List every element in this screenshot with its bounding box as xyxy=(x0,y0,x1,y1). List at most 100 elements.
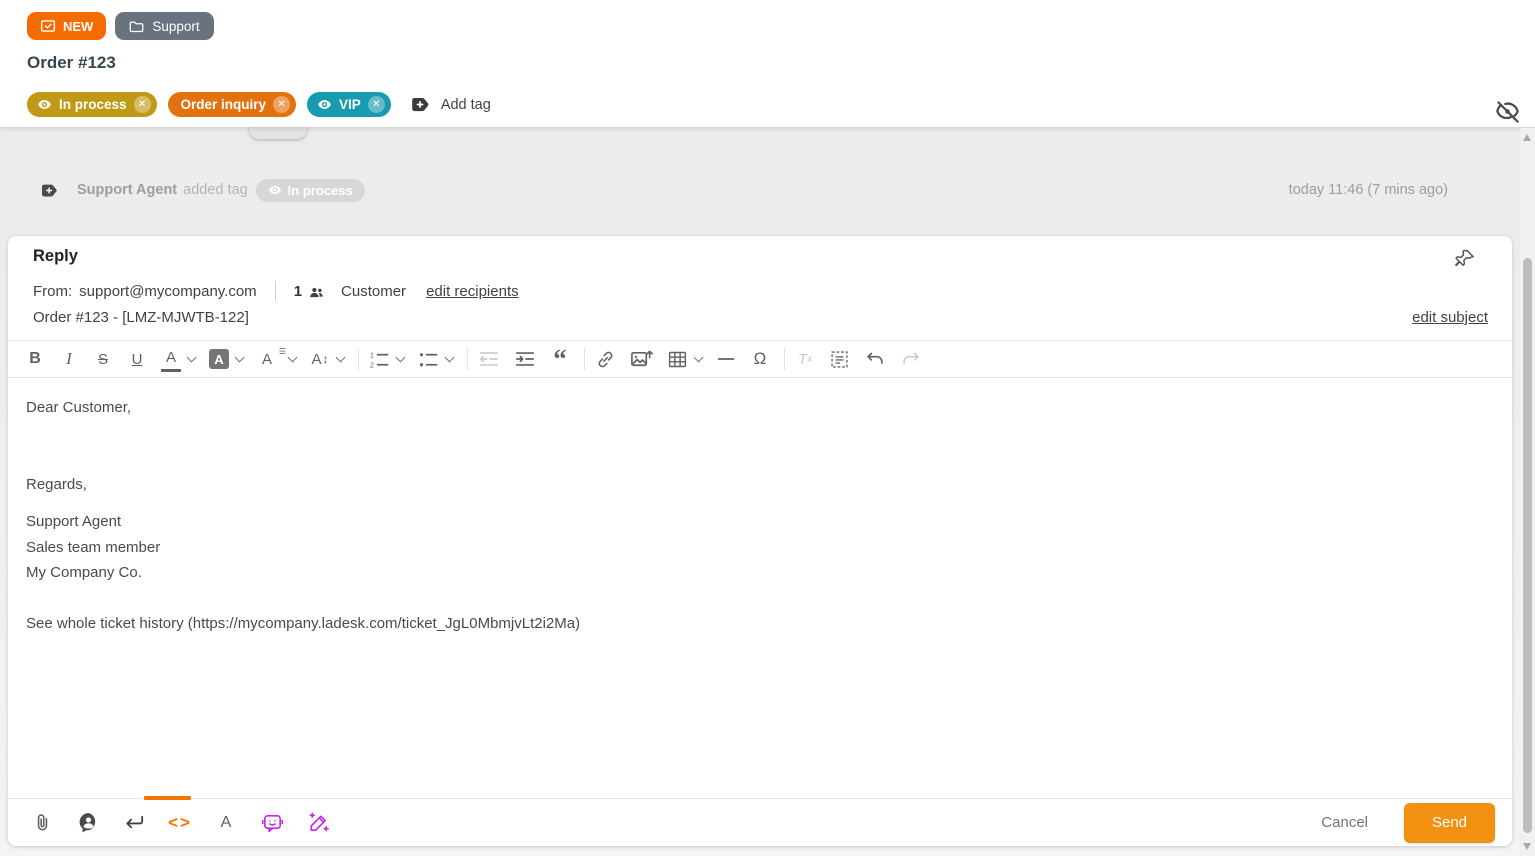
recipients-icon xyxy=(308,284,325,301)
insert-reply-button[interactable] xyxy=(122,811,146,835)
reply-footer-toolbar: <> A xyxy=(8,798,1512,846)
subject-text: Order #123 - [LMZ-MJWTB-122] xyxy=(33,309,249,326)
strikethrough-button[interactable]: S xyxy=(93,346,113,372)
reply-header: Reply From: support@mycompany.com 1 xyxy=(8,236,1512,340)
status-new-label: NEW xyxy=(63,19,93,34)
image-upload-icon xyxy=(630,348,653,371)
body-line xyxy=(26,446,1487,472)
chevron-down-icon xyxy=(288,352,298,362)
redo-button[interactable] xyxy=(900,346,922,372)
body-line xyxy=(26,586,1487,612)
undo-icon xyxy=(864,348,886,370)
numbered-list-icon: 1 2 xyxy=(369,349,390,370)
select-all-button[interactable] xyxy=(829,346,850,372)
numbered-list-button[interactable]: 1 2 xyxy=(369,349,404,370)
font-color-button[interactable]: A xyxy=(161,346,195,372)
underline-button[interactable]: U xyxy=(127,346,147,372)
edit-subject-link[interactable]: edit subject xyxy=(1412,309,1488,326)
blockquote-button[interactable]: “ xyxy=(550,346,570,372)
code-view-button[interactable]: <> xyxy=(168,811,192,835)
divider xyxy=(275,281,276,301)
tag-add-icon xyxy=(410,94,431,115)
canned-messages-button[interactable] xyxy=(76,811,100,835)
body-line: My Company Co. xyxy=(26,560,1487,586)
ticket-title: Order #123 xyxy=(27,53,116,73)
select-all-icon xyxy=(829,349,850,370)
tag-in-process[interactable]: In process ✕ xyxy=(27,92,157,117)
reply-title: Reply xyxy=(33,247,78,266)
remove-tag-icon[interactable]: ✕ xyxy=(134,96,151,113)
remove-tag-icon[interactable]: ✕ xyxy=(273,96,290,113)
background-color-glyph: A xyxy=(209,349,229,369)
tag-order-inquiry[interactable]: Order inquiry ✕ xyxy=(168,92,297,117)
eye-icon xyxy=(268,183,282,197)
horizontal-rule-button[interactable] xyxy=(716,346,736,372)
clear-formatting-button[interactable]: Tx xyxy=(795,346,815,372)
recipient-type: Customer xyxy=(341,283,406,300)
horizontal-rule-icon xyxy=(716,349,736,369)
send-button[interactable]: Send xyxy=(1404,803,1495,843)
chevron-down-icon xyxy=(235,352,245,362)
cancel-button[interactable]: Cancel xyxy=(1321,814,1368,831)
from-label: From: xyxy=(33,283,72,300)
scroll-down-arrow[interactable] xyxy=(1523,843,1531,850)
svg-text:1: 1 xyxy=(370,350,374,359)
chevron-down-icon xyxy=(396,352,406,362)
undo-button[interactable] xyxy=(864,346,886,372)
ticket-timeline: Support Agent added tag In process today… xyxy=(0,127,1535,856)
add-tag-label: Add tag xyxy=(441,97,491,113)
scrollbar-thumb[interactable] xyxy=(1523,258,1532,833)
department-button[interactable]: Support xyxy=(115,12,213,40)
bold-button[interactable]: B xyxy=(25,346,45,372)
reply-body-editor[interactable]: Dear Customer, Regards, Support Agent Sa… xyxy=(8,378,1512,798)
active-mode-indicator xyxy=(144,796,191,800)
decrease-indent-button[interactable] xyxy=(478,346,500,372)
reply-editor-card: Reply From: support@mycompany.com 1 xyxy=(8,236,1512,846)
italic-button[interactable]: I xyxy=(59,346,79,372)
insert-table-button[interactable] xyxy=(667,349,702,370)
activity-row: Support Agent added tag In process today… xyxy=(0,175,1500,205)
chevron-down-icon xyxy=(445,352,455,362)
toolbar-separator xyxy=(467,348,468,370)
body-line: Dear Customer, xyxy=(26,395,1487,421)
body-line: Support Agent xyxy=(26,509,1487,535)
subject-row: Order #123 - [LMZ-MJWTB-122] edit subjec… xyxy=(33,309,1488,326)
tag-vip[interactable]: VIP ✕ xyxy=(307,92,391,117)
scrollbar[interactable] xyxy=(1520,128,1535,856)
ai-bot-icon xyxy=(261,811,284,834)
ticket-header: NEW Support Order #123 In process ✕ Orde… xyxy=(0,0,1535,127)
table-icon xyxy=(667,349,688,370)
svg-text:2: 2 xyxy=(370,360,374,369)
bullet-list-button[interactable] xyxy=(418,349,453,370)
background-color-button[interactable]: A xyxy=(209,349,243,369)
tag-label: VIP xyxy=(339,97,361,112)
speech-bubble-person-icon xyxy=(77,811,100,834)
plain-text-button[interactable]: A xyxy=(214,811,238,835)
eye-off-icon[interactable] xyxy=(1494,98,1521,125)
insert-link-button[interactable] xyxy=(595,346,616,372)
eye-icon[interactable] xyxy=(37,97,52,112)
special-character-button[interactable]: Ω xyxy=(750,346,770,372)
remove-tag-icon[interactable]: ✕ xyxy=(368,96,385,113)
attach-file-button[interactable] xyxy=(30,811,54,835)
activity-action-text: added tag xyxy=(183,182,248,198)
folder-icon xyxy=(129,20,144,33)
edit-recipients-link[interactable]: edit recipients xyxy=(426,283,519,300)
add-tag-button[interactable]: Add tag xyxy=(410,94,491,115)
status-new-button[interactable]: NEW xyxy=(27,12,106,40)
body-line: Regards, xyxy=(26,472,1487,498)
activity-timestamp: today 11:46 (7 mins ago) xyxy=(1289,182,1448,198)
font-size-button[interactable]: A xyxy=(310,346,344,372)
scroll-up-arrow[interactable] xyxy=(1523,134,1531,141)
tag-label: In process xyxy=(59,97,127,112)
ai-assist-button[interactable] xyxy=(306,811,330,835)
link-icon xyxy=(595,349,616,370)
insert-image-button[interactable] xyxy=(630,346,653,372)
increase-indent-button[interactable] xyxy=(514,346,536,372)
activity-tag-pill: In process xyxy=(256,179,365,202)
ai-chatbot-button[interactable] xyxy=(260,811,284,835)
pin-icon[interactable] xyxy=(1454,248,1476,270)
font-family-button[interactable]: A xyxy=(257,346,296,372)
chevron-down-icon xyxy=(187,352,197,362)
eye-icon[interactable] xyxy=(317,97,332,112)
